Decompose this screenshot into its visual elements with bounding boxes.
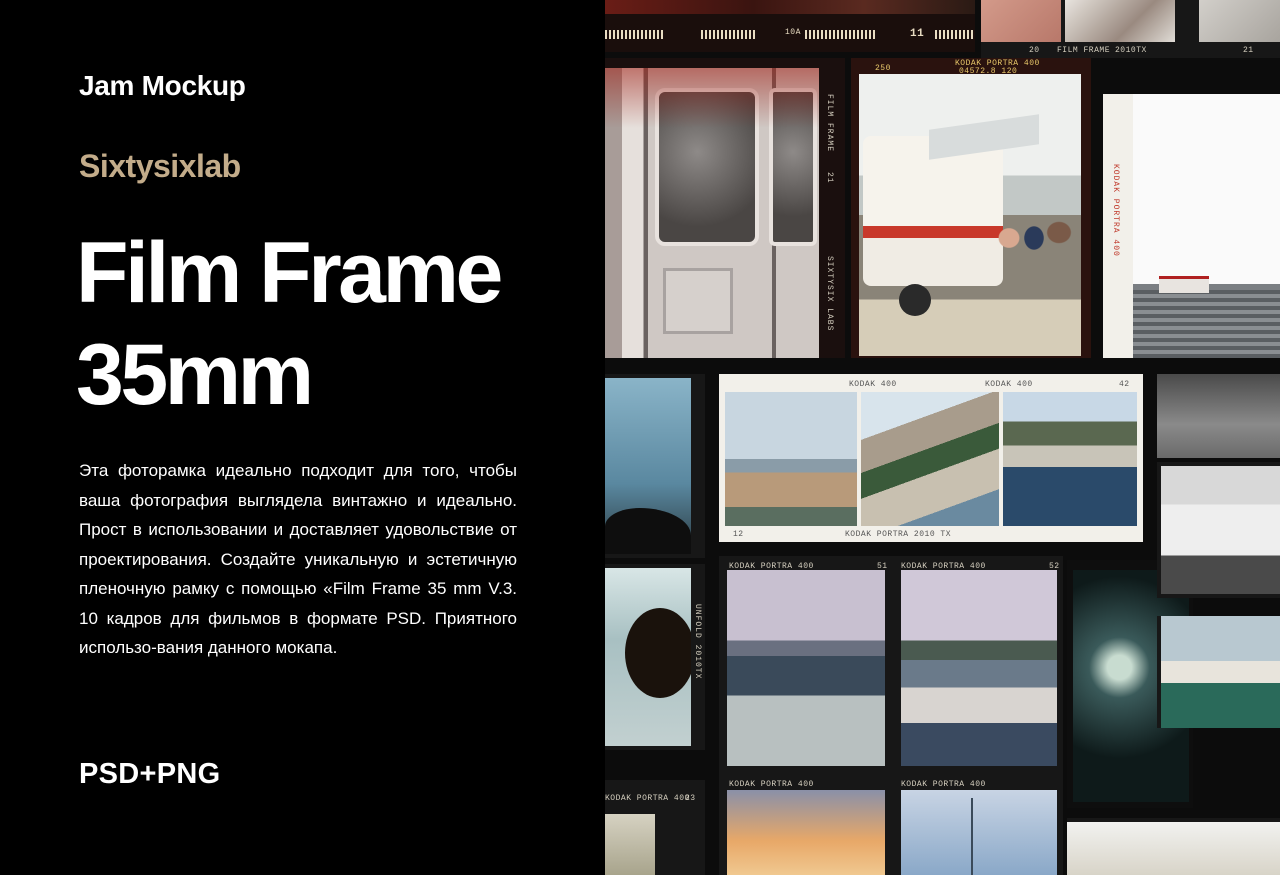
- left-panel: Jam Mockup Sixtysixlab Film Frame 35mm Э…: [0, 0, 605, 875]
- kodak-label: KODAK 400: [985, 380, 1033, 389]
- film-frame-green-building: [1157, 616, 1280, 728]
- red-light-leak: [605, 68, 819, 128]
- kodak-label: KODAK 400: [849, 380, 897, 389]
- frame-number: 21: [825, 172, 834, 184]
- photo-door: [605, 68, 819, 358]
- film-frame-bottom-left: KODAK PORTRA 400 23: [605, 780, 705, 875]
- title-line-1: Film Frame: [76, 225, 503, 321]
- film-frame-bottom-right: [1067, 818, 1280, 875]
- hand-silhouette: [625, 608, 691, 698]
- photo-food-truck: [859, 74, 1081, 356]
- kodak-label: KODAK PORTRA 2010 TX: [845, 530, 952, 539]
- truck-wheel: [899, 284, 931, 316]
- frame-number: 20: [1029, 46, 1040, 55]
- photo-rooftop: [1133, 94, 1280, 358]
- film-frame-truck: 250 KODAK PORTRA 400 04572.8 120: [851, 58, 1091, 358]
- page-title: Film Frame 35mm: [76, 222, 503, 426]
- film-frame-silhouette: UNFOLD 2010TX: [605, 564, 705, 750]
- photo-green-building: [1161, 616, 1280, 728]
- photo-fabric: [981, 0, 1061, 42]
- door-panel: [663, 268, 733, 334]
- frame-number: 10A: [785, 28, 801, 37]
- film-frame-house-bw: [1157, 462, 1280, 598]
- film-collage: 10A 11 20 FILM FRAME 2010TX 21 FILM FRAM…: [605, 0, 1280, 875]
- kodak-label: KODAK PORTRA 400: [901, 780, 986, 789]
- frame-number: 21: [1243, 46, 1254, 55]
- frame-number: 42: [1119, 380, 1130, 389]
- unfold-side-label: UNFOLD 2010TX: [693, 604, 702, 680]
- film-frame-bay: KODAK PORTRA 400 51: [719, 556, 891, 776]
- film-frame-side-label: FILM FRAME: [825, 94, 834, 153]
- description: Эта фоторамка идеально подходит для того…: [79, 461, 517, 657]
- photo-bottom-right: [1067, 822, 1280, 875]
- kodak-side-label: KODAK PORTRA 400: [1111, 164, 1120, 257]
- photo-top-strip: [605, 0, 975, 14]
- film-frame-harbour: KODAK 400 KODAK 400 42 12 KODAK PORTRA 2…: [719, 374, 1143, 542]
- kodak-label: KODAK PORTRA 400: [605, 794, 690, 803]
- roof-sign: [1159, 276, 1209, 293]
- film-frame-label: FILM FRAME: [1057, 46, 1111, 55]
- sixtysix-side-label: SIXTYSIX LABS: [825, 256, 834, 332]
- photo-bay-flowers: [727, 570, 885, 766]
- roof-tiles: [1133, 290, 1280, 358]
- photo-bottom-left: [605, 814, 655, 875]
- frame-number: 250: [875, 64, 891, 73]
- barcode: [701, 30, 757, 39]
- brand-name: Jam Mockup: [79, 70, 246, 101]
- photo-house-bw: [1161, 466, 1280, 594]
- photo-grey: [1199, 0, 1280, 42]
- film-code: 2010TX: [1115, 46, 1147, 55]
- photo-street-bw: [1157, 374, 1280, 458]
- sail-mast: [971, 798, 973, 875]
- frame-number: 23: [685, 794, 696, 803]
- dark-silhouette: [605, 508, 691, 554]
- frame-number: 12: [733, 530, 744, 539]
- photo-sailboat: [901, 790, 1057, 875]
- file-formats: PSD+PNG: [79, 758, 221, 790]
- film-frame-door: FILM FRAME 21 SIXTYSIX LABS: [605, 58, 845, 358]
- photo-harbour-boats: [1003, 392, 1137, 526]
- author-name: Sixtysixlab: [79, 148, 241, 184]
- barcode: [605, 30, 665, 39]
- barcode: [805, 30, 875, 39]
- frame-number: 11: [910, 28, 925, 40]
- photo-hand: [1065, 0, 1175, 42]
- photo-marina: [725, 392, 857, 526]
- film-strip-top: 10A 11: [605, 0, 975, 52]
- kodak-label: KODAK PORTRA 400: [729, 780, 814, 789]
- photo-sunset: [727, 790, 885, 875]
- film-strip-top-right: 20 FILM FRAME 2010TX 21: [981, 0, 1280, 58]
- film-frame-sunset: KODAK PORTRA 400: [719, 776, 891, 875]
- photo-boats: [901, 570, 1057, 766]
- film-frame-street-bw: [1157, 374, 1280, 458]
- photo-blue-sky: [605, 378, 691, 554]
- photo-promenade: [861, 392, 999, 526]
- barcode: [935, 30, 975, 39]
- film-frame-sailboat: KODAK PORTRA 400: [891, 776, 1063, 875]
- film-frame-boats: KODAK PORTRA 400 52: [891, 556, 1063, 776]
- photo-window-silhouette: [605, 568, 691, 746]
- film-frame-blue: [605, 374, 705, 558]
- film-frame-rooftop: KODAK PORTRA 400: [1103, 94, 1280, 358]
- people: [979, 194, 1079, 304]
- title-line-2: 35mm: [76, 327, 314, 423]
